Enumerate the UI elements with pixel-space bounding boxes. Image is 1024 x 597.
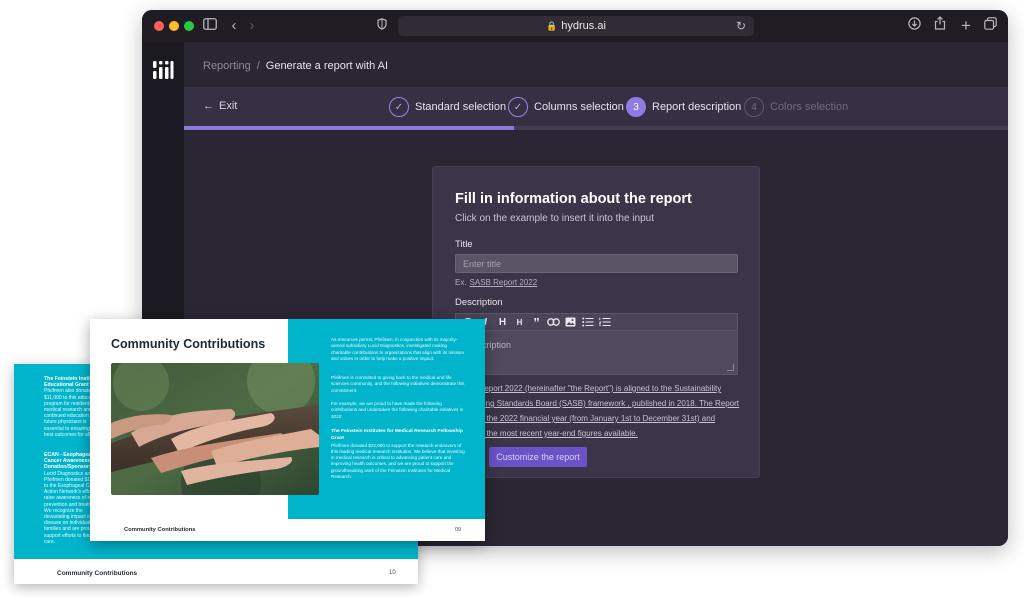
report-page-front: Community Contributions As resources per… [90,319,485,541]
numbered-list-icon[interactable] [596,314,613,330]
title-label: Title [455,239,473,250]
quote-icon[interactable]: ” [528,314,545,330]
bullet-list-icon[interactable] [579,314,596,330]
address-bar[interactable]: 🔒 hydrus.ai ↻ [398,16,754,36]
card-subheading: Click on the example to insert it into t… [455,213,654,224]
arrow-left-icon: ← [203,100,214,112]
download-icon[interactable] [904,16,924,36]
hydrus-logo-icon[interactable] [151,58,175,82]
report-page-title: Community Contributions [111,337,266,351]
screenshot-stage: ‹ › 🔒 hydrus.ai ↻ + Reporting / Generate… [0,0,1024,597]
customize-report-button[interactable]: Customize the report [489,447,587,467]
resize-handle[interactable] [727,364,734,371]
breadcrumb-current: Generate a report with AI [265,60,389,72]
back-footer-title: Community Contributions [57,570,138,577]
front-paragraph-4: Pfeifmen donated $22,000 to support the … [331,442,465,480]
url-text: hydrus.ai [561,20,606,32]
editor-toolbar: B I H H ” [455,313,738,331]
forward-arrow-icon[interactable]: › [242,16,262,36]
title-example-link[interactable]: SASB Report 2022 [470,278,538,287]
link-icon[interactable] [545,314,562,330]
description-textarea[interactable]: Description [455,331,738,375]
front-paragraph-3: For example, we are proud to have made t… [331,401,464,419]
card-heading: Fill in information about the report [455,191,692,207]
breadcrumb-reporting[interactable]: Reporting [203,60,251,72]
exit-label: Exit [219,100,238,112]
new-tab-icon[interactable]: + [956,16,976,36]
step-label: Columns selection [534,101,624,113]
breadcrumb-separator: / [256,60,260,72]
minimize-window-button[interactable] [169,21,179,31]
back-arrow-icon[interactable]: ‹ [224,16,244,36]
description-label: Description [455,297,503,308]
heading-small-icon[interactable]: H [511,314,528,330]
check-icon: ✓ [508,97,528,117]
check-icon: ✓ [389,97,409,117]
sidebar-toggle-icon[interactable] [200,16,220,36]
title-example: Ex. SASB Report 2022 [455,278,537,287]
reload-icon[interactable]: ↻ [736,16,746,36]
exit-button[interactable]: ← Exit [203,100,237,112]
example-prefix: Ex. [455,278,467,287]
shield-icon[interactable] [372,16,392,36]
step-number: 4 [744,97,764,117]
hands-on-tree-photo [111,363,319,495]
wizard-progress-fill [184,126,514,130]
front-paragraph-2: Pfeifmen is committed to giving back to … [331,375,465,393]
share-icon[interactable] [930,16,950,36]
tab-overview-icon[interactable] [980,16,1000,36]
breadcrumb: Reporting / Generate a report with AI [203,60,388,72]
front-section: The Feinstein Institutes for Medical Res… [331,428,466,480]
step-report-description[interactable]: 3 Report description [626,97,741,117]
close-window-button[interactable] [154,21,164,31]
step-colors-selection[interactable]: 4 Colors selection [744,97,848,117]
front-footer-title: Community Contributions [124,527,196,533]
front-page-number: 09 [455,527,462,533]
description-example-link[interactable]: SASB Report 2022 (hereinafter "the Repor… [455,381,742,441]
title-input[interactable] [455,254,738,273]
heading-large-icon[interactable]: H [494,314,511,330]
step-standard-selection[interactable]: ✓ Standard selection [389,97,506,117]
step-number: 3 [626,97,646,117]
front-paragraph-1: As resources permit, Pfeifmen, in conjun… [331,337,465,361]
step-label: Colors selection [770,101,849,113]
wizard-stepper: ← Exit ✓ Standard selection ✓ Columns sel… [184,88,1008,126]
back-page-number: 10 [389,570,396,576]
front-heading: The Feinstein Institutes for Medical Res… [331,429,463,442]
browser-titlebar: ‹ › 🔒 hydrus.ai ↻ + [142,10,1008,42]
image-icon[interactable] [562,314,579,330]
maximize-window-button[interactable] [184,21,194,31]
step-columns-selection[interactable]: ✓ Columns selection [508,97,624,117]
step-label: Standard selection [415,101,507,113]
step-label: Report description [652,101,742,113]
lock-icon: 🔒 [546,21,558,31]
wizard-progress-bar [184,126,1008,130]
